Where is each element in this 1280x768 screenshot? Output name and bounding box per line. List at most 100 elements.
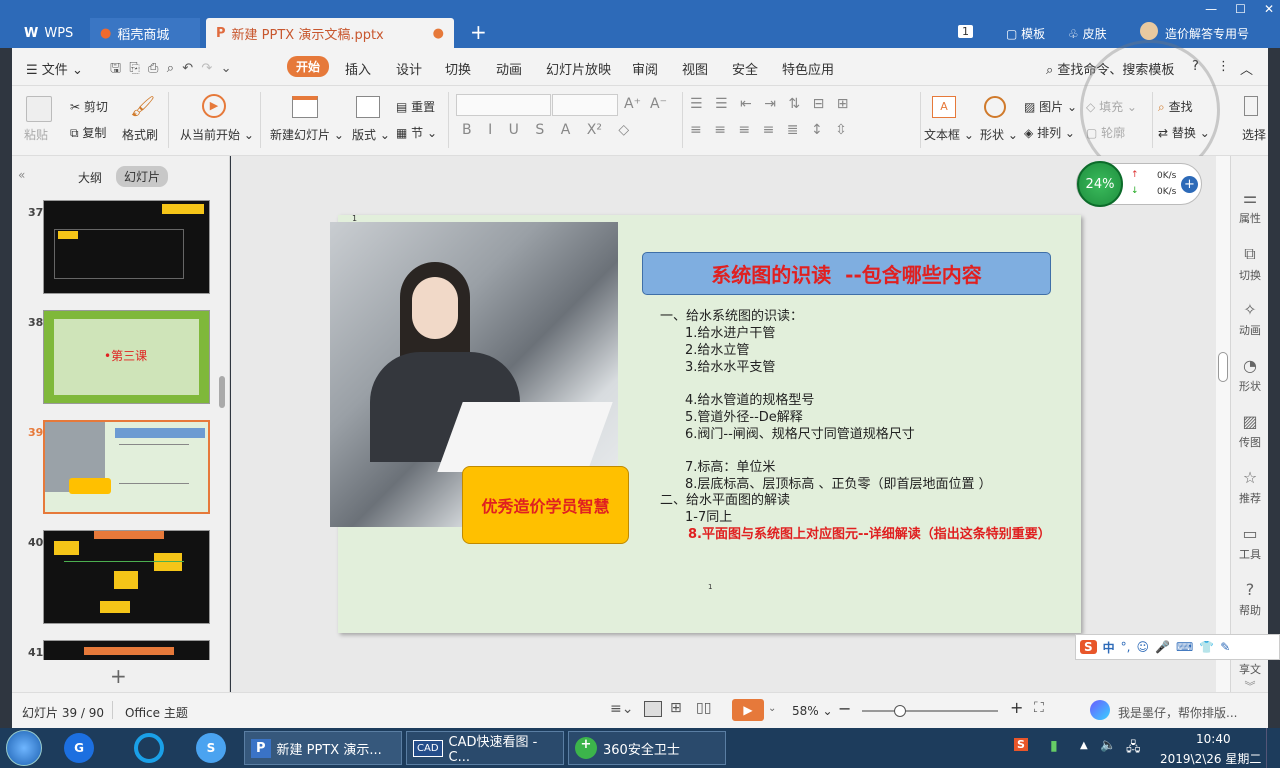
align-text-icon[interactable]: ⊟ xyxy=(813,96,825,112)
collapse-ribbon-icon[interactable]: ︿ xyxy=(1240,59,1253,78)
taskbar-item-wps[interactable]: P 新建 PPTX 演示... xyxy=(244,731,402,765)
menu-view[interactable]: 视图 xyxy=(682,59,708,78)
tray-ime-icon[interactable]: S xyxy=(1014,738,1028,751)
taskbar-item-cad[interactable]: CAD CAD快速看图 - C... xyxy=(406,731,564,765)
menu-security[interactable]: 安全 xyxy=(732,59,758,78)
clock-time[interactable]: 10:40 xyxy=(1196,732,1231,746)
bullets-icon[interactable]: ☰ xyxy=(690,96,703,112)
tab-outline[interactable]: 大纲 xyxy=(78,169,102,186)
animation-button[interactable]: ✧ 动画 xyxy=(1231,300,1269,338)
share-button[interactable]: 享文 xyxy=(1231,661,1269,677)
theme-name[interactable]: Office 主题 xyxy=(125,704,188,721)
window-count-badge[interactable]: 1 xyxy=(958,25,973,38)
shape-button[interactable]: 形状 ⌄ xyxy=(980,126,1018,143)
menu-transition[interactable]: 切换 xyxy=(445,59,471,78)
section-button[interactable]: ▦ 节 ⌄ xyxy=(396,124,437,141)
emoji-icon[interactable]: ☺ xyxy=(1137,640,1150,654)
zoom-slider-thumb[interactable] xyxy=(894,705,906,717)
assistant-prompt[interactable]: 我是墨仔，帮你排版... xyxy=(1118,704,1237,721)
menu-design[interactable]: 设计 xyxy=(396,59,422,78)
format-painter-button[interactable]: 格式刷 xyxy=(122,126,158,143)
tab-store[interactable]: ● 稻壳商城 xyxy=(90,18,200,48)
font-size-select[interactable] xyxy=(552,94,618,116)
network-icon[interactable]: 🖧 xyxy=(1126,738,1141,760)
font-color-icon[interactable]: A xyxy=(561,122,571,138)
add-icon[interactable]: + xyxy=(1181,176,1198,193)
strikethrough-icon[interactable]: S xyxy=(535,122,544,138)
zoom-slider[interactable] xyxy=(862,705,998,717)
sogou-browser-icon[interactable]: S xyxy=(196,733,226,763)
export-icon[interactable]: ⎘ xyxy=(129,61,139,76)
text-direction-icon[interactable]: ⇅ xyxy=(788,96,800,112)
from-current-button[interactable]: 从当前开始 ⌄ xyxy=(180,126,254,143)
tray-expand-icon[interactable]: ▲ xyxy=(1080,740,1088,751)
panel-scrollbar[interactable] xyxy=(217,190,227,660)
assistant-avatar-icon[interactable] xyxy=(1090,700,1110,720)
ime-tools-icon[interactable]: ✎ xyxy=(1220,640,1230,654)
undo-icon[interactable]: ↶ xyxy=(182,61,193,76)
bold-icon[interactable]: B xyxy=(462,122,472,138)
select-button[interactable]: 选择 xyxy=(1242,126,1266,143)
slide-thumb-39-selected[interactable] xyxy=(43,420,210,514)
skin-button[interactable]: ♧ 皮肤 xyxy=(1068,25,1107,42)
align-center-icon[interactable]: ≡ xyxy=(714,122,726,138)
fit-window-icon[interactable]: ⛶ xyxy=(1034,700,1044,716)
picture-button[interactable]: ▨ 图片 ⌄ xyxy=(1024,98,1077,115)
new-tab-button[interactable]: + xyxy=(470,20,487,44)
tab-document[interactable]: P 新建 PPTX 演示文稿.pptx ● xyxy=(206,18,454,48)
paste-icon[interactable] xyxy=(26,96,52,122)
print-icon[interactable]: ⎙ xyxy=(148,61,158,76)
columns-icon[interactable]: ⊞ xyxy=(837,96,849,112)
layout-button[interactable]: 版式 ⌄ xyxy=(352,126,390,143)
indent-icon[interactable]: ⇥ xyxy=(764,96,776,112)
avatar[interactable] xyxy=(1140,22,1158,40)
distribute-icon[interactable]: ≣ xyxy=(787,122,799,138)
tab-slides[interactable]: 幻灯片 xyxy=(116,166,169,187)
tray-battery-icon[interactable]: ▮ xyxy=(1050,738,1058,754)
numbering-icon[interactable]: ☰ xyxy=(715,96,728,112)
maximize-icon[interactable]: ☐ xyxy=(1235,2,1246,16)
menu-animation[interactable]: 动画 xyxy=(496,59,522,78)
customize-icon[interactable]: ⌄ xyxy=(221,61,232,76)
tools-button[interactable]: ▭ 工具 xyxy=(1231,524,1269,562)
clock-date[interactable]: 2019\2\26 星期二 xyxy=(1160,750,1261,767)
memory-percent[interactable]: 24% xyxy=(1077,161,1123,207)
align-left-icon[interactable]: ≡ xyxy=(690,122,702,138)
cut-button[interactable]: ✂ 剪切 xyxy=(70,98,108,115)
font-family-select[interactable] xyxy=(456,94,551,116)
start-button[interactable] xyxy=(6,730,42,766)
zoom-level[interactable]: 58% ⌄ xyxy=(792,704,833,718)
paragraph-spacing-icon[interactable]: ⇳ xyxy=(835,122,847,138)
network-widget[interactable]: 24% ↑ 0K/s ↓ 0K/s + xyxy=(1076,161,1202,207)
slide-title-box[interactable]: 系统图的识读 --包含哪些内容 xyxy=(642,252,1051,295)
redo-icon[interactable]: ↷ xyxy=(201,61,212,76)
slide-thumb-37[interactable] xyxy=(43,200,210,294)
save-icon[interactable]: 🖫 xyxy=(110,61,121,76)
skin-shirt-icon[interactable]: 👕 xyxy=(1199,640,1214,654)
workspace-scroll-thumb[interactable] xyxy=(1218,352,1228,382)
transition-button[interactable]: ⧉ 切换 xyxy=(1231,244,1269,283)
slideshow-options-icon[interactable]: ⌄ xyxy=(768,703,776,714)
punctuation-icon[interactable]: °, xyxy=(1121,640,1131,654)
help-panel-button[interactable]: ? 帮助 xyxy=(1231,580,1269,618)
add-slide-button[interactable]: + xyxy=(110,664,127,688)
menu-features[interactable]: 特色应用 xyxy=(782,59,834,78)
more-icon[interactable]: ⋮ xyxy=(1217,59,1230,74)
workspace-scrollbar[interactable] xyxy=(1216,156,1230,692)
qq-browser-icon[interactable] xyxy=(134,733,164,763)
menu-start[interactable]: 开始 xyxy=(287,56,330,77)
ime-mode[interactable]: 中 xyxy=(1103,639,1115,656)
sorter-view-icon[interactable]: ⊞ xyxy=(670,700,682,716)
shrink-font-icon[interactable]: A⁻ xyxy=(650,96,667,112)
template-button[interactable]: ▢ 模板 xyxy=(1006,25,1045,42)
file-menu[interactable]: ☰ 文件 ⌄ xyxy=(26,59,83,78)
keyboard-icon[interactable]: ⌨ xyxy=(1176,640,1193,654)
user-name[interactable]: 造价解答专用号 xyxy=(1165,25,1249,42)
slide-thumb-40[interactable] xyxy=(43,530,210,624)
volume-icon[interactable]: 🔈 xyxy=(1100,738,1116,753)
slide-thumb-38[interactable]: •第三课 xyxy=(43,310,210,404)
reset-button[interactable]: ▤ 重置 xyxy=(396,98,435,115)
underline-icon[interactable]: U xyxy=(509,122,519,138)
minimize-icon[interactable]: — xyxy=(1205,2,1217,16)
menu-insert[interactable]: 插入 xyxy=(345,59,371,78)
